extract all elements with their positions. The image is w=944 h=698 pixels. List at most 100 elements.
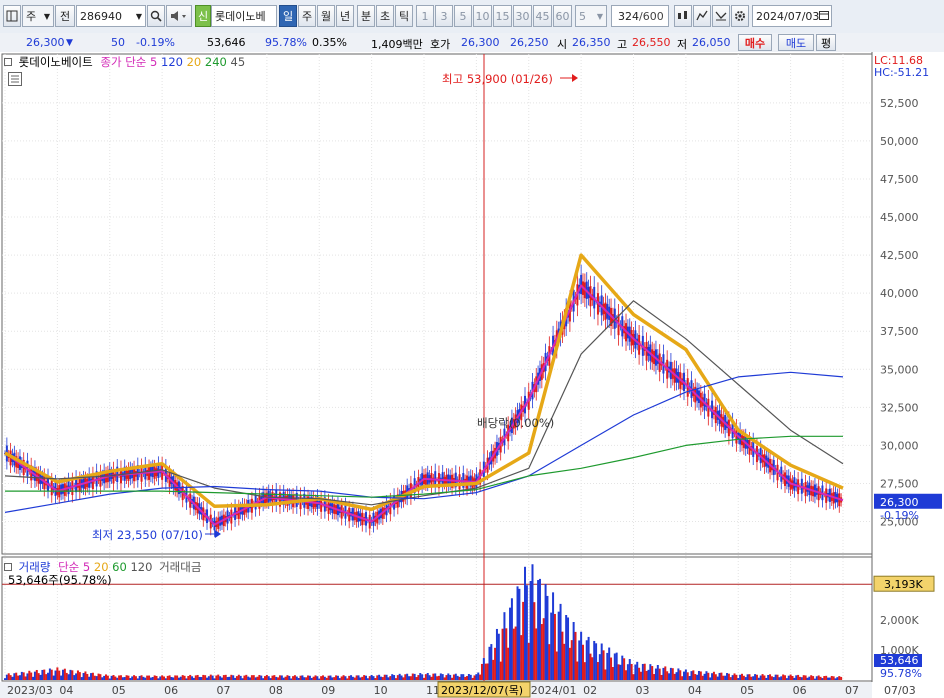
buy-button[interactable]: 매수 — [738, 34, 772, 51]
legend-ma-120: 120 — [161, 55, 183, 69]
draw-line-icon[interactable] — [693, 5, 711, 27]
volume-bar — [527, 642, 530, 680]
settings-icon[interactable] — [731, 5, 749, 27]
volume-bar — [688, 676, 691, 680]
volume-bar — [284, 676, 287, 680]
volume-bar — [28, 670, 31, 680]
interval-45[interactable]: 45 — [533, 5, 552, 27]
volume-legend-ma-60: 60 — [112, 560, 127, 574]
speaker-icon[interactable] — [166, 5, 192, 27]
volume-bar — [787, 675, 790, 680]
layout-icon[interactable] — [3, 5, 21, 27]
volume-bar — [402, 677, 405, 680]
volume-bar — [544, 584, 547, 680]
volume-bar — [262, 678, 265, 680]
volume-bar — [301, 675, 304, 680]
interval-3[interactable]: 3 — [435, 5, 453, 27]
volume-bar — [746, 674, 749, 680]
volume-bar — [305, 677, 308, 680]
volume-bar — [623, 658, 626, 680]
volume-bar — [735, 674, 738, 680]
interval-60[interactable]: 60 — [553, 5, 572, 27]
volume-bar — [9, 675, 12, 680]
count-field[interactable]: 324 /600 — [611, 5, 669, 27]
volume-bar — [490, 644, 493, 680]
volume-bar — [660, 674, 663, 680]
volume-bar — [318, 678, 321, 680]
volume-bar — [13, 673, 16, 680]
volume-bar — [458, 676, 461, 680]
stock-code-input[interactable]: 286940 ▼ — [76, 5, 146, 27]
sell-button[interactable]: 매도 — [778, 34, 814, 51]
volume-bar — [140, 675, 143, 680]
volume-bar — [486, 663, 489, 680]
candle-body — [580, 274, 583, 295]
period-tab-tick[interactable]: 틱 — [395, 5, 413, 27]
volume-bar — [409, 676, 412, 680]
volume-bar — [101, 677, 104, 680]
volume-bar — [615, 652, 618, 680]
chart-canvas[interactable]: 25,00027,50030,00032,50035,00037,50040,0… — [0, 52, 944, 698]
volume-bar — [600, 643, 603, 680]
volume-bar — [314, 675, 317, 680]
volume-bar — [754, 674, 757, 680]
volume-bar — [591, 657, 594, 680]
volume-bar — [638, 667, 641, 680]
volume-bar — [653, 674, 656, 680]
volume-bar — [148, 675, 151, 680]
period-tab-minute[interactable]: 분 — [357, 5, 375, 27]
volume-bar — [396, 675, 399, 680]
x-tick-label: 05 — [740, 684, 754, 697]
volume-bar — [675, 672, 678, 680]
date-input[interactable]: 2024/07/03 — [752, 5, 832, 27]
stock-name-field[interactable]: 롯데이노베 — [211, 5, 277, 27]
volume-bar — [5, 674, 8, 680]
volume-bar — [7, 673, 10, 680]
volume-bar — [346, 678, 349, 680]
volume-bar — [71, 670, 74, 680]
volume-bar — [699, 671, 702, 680]
market-type-select[interactable]: 주 ▼ — [22, 5, 54, 27]
period-tab-week[interactable]: 주 — [298, 5, 316, 27]
calendar-icon[interactable] — [819, 10, 830, 23]
y-tick-label: 47,500 — [880, 173, 919, 186]
period-tab-year[interactable]: 년 — [336, 5, 354, 27]
volume-bar — [731, 675, 734, 680]
annotation-high: 최고 53,900 (01/26) — [442, 72, 553, 86]
side-button[interactable]: 전 — [55, 5, 75, 27]
volume-bar — [774, 674, 777, 680]
interval-5[interactable]: 5 — [454, 5, 472, 27]
interval-select[interactable]: 5 ▼ — [575, 5, 607, 27]
volume-bar — [718, 672, 721, 680]
interval-15[interactable]: 15 — [493, 5, 512, 27]
interval-1[interactable]: 1 — [416, 5, 434, 27]
volume-bar — [686, 672, 689, 680]
volume-bar — [817, 675, 820, 680]
volume-bar — [90, 673, 93, 680]
period-tab-day[interactable]: 일 — [279, 5, 297, 27]
legend-ma-240: 240 — [204, 55, 227, 69]
volume-bar — [408, 676, 411, 680]
search-icon[interactable] — [147, 5, 165, 27]
volume-bar — [413, 673, 416, 680]
volume-bar — [121, 677, 124, 680]
volume-bar — [514, 626, 517, 680]
period-tab-month[interactable]: 월 — [317, 5, 335, 27]
volume-bar — [598, 654, 601, 680]
corner-hc: HC:-51.21 — [874, 66, 930, 79]
eval-button[interactable]: 평 — [816, 34, 836, 51]
interval-30[interactable]: 30 — [513, 5, 532, 27]
period-tab-second[interactable]: 초 — [376, 5, 394, 27]
legend-collapse-icon[interactable] — [4, 58, 12, 66]
legend-collapse-icon[interactable] — [4, 563, 12, 571]
volume-bar — [333, 677, 336, 680]
volume-bar — [752, 676, 755, 680]
legend-ma-label: 종가 단순 — [100, 55, 147, 69]
volume-bar — [576, 661, 579, 680]
compare-icon[interactable] — [712, 5, 730, 27]
volume-bar — [808, 676, 811, 680]
volume-bar — [394, 678, 397, 680]
interval-10[interactable]: 10 — [473, 5, 492, 27]
data-table-icon[interactable] — [8, 72, 22, 86]
chart-tools-icon[interactable] — [674, 5, 692, 27]
